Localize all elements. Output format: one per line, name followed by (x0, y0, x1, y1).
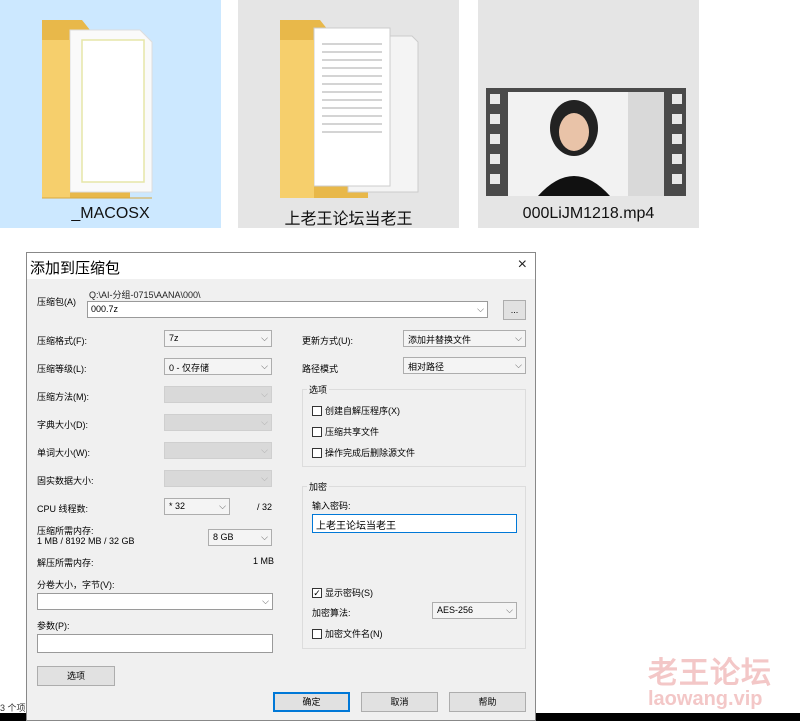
solid-size-label: 固实数据大小: (37, 476, 94, 486)
method-select: ⌵ (164, 386, 272, 403)
level-select[interactable]: 0 - 仅存储 ⌵ (164, 358, 272, 375)
mem-compress-detail: 1 MB / 8192 MB / 32 GB (37, 536, 135, 546)
mem-compress-value: 8 GB (213, 532, 234, 542)
file-name: 000LiJM1218.mp4 (522, 205, 655, 222)
options-button[interactable]: 选项 (37, 666, 115, 686)
format-label: 压缩格式(F): (37, 336, 87, 346)
file-name: 上老王论坛当老王 (284, 211, 413, 228)
word-size-select: ⌵ (164, 442, 272, 459)
chevron-down-icon[interactable]: ⌵ (262, 596, 269, 607)
encryption-method-value: AES-256 (437, 605, 474, 615)
split-size-label: 分卷大小，字节(V): (37, 580, 115, 590)
archive-path-text: Q:\AI-分组-0715\AANA\000\ (89, 290, 201, 300)
file-tile-folder[interactable]: 上老王论坛当老王 (238, 0, 459, 228)
checkbox-box[interactable] (312, 628, 322, 639)
encryption-method-select[interactable]: AES-256 ⌵ (432, 602, 517, 619)
level-label: 压缩等级(L): (37, 364, 87, 374)
update-mode-value: 添加并替换文件 (408, 335, 472, 345)
chevron-down-icon: ⌵ (515, 333, 522, 343)
help-button[interactable]: 帮助 (449, 692, 526, 712)
folder-icon (238, 0, 459, 200)
threads-max: / 32 (257, 502, 273, 512)
path-mode-value: 相对路径 (408, 362, 445, 372)
password-value: 上老王论坛当老王 (316, 521, 396, 532)
path-mode-label: 路径模式 (302, 364, 339, 374)
show-password-checkbox[interactable]: ✓ 显示密码(S) (312, 586, 373, 599)
sfx-checkbox[interactable]: 创建自解压程序(X) (312, 404, 400, 417)
mem-decompress-value: 1 MB (253, 556, 275, 566)
threads-select[interactable]: * 32 ⌵ (164, 498, 230, 515)
password-label: 输入密码: (312, 501, 351, 511)
file-tile-macosx[interactable]: _MACOSX (0, 0, 221, 228)
path-mode-select[interactable]: 相对路径 ⌵ (403, 357, 526, 374)
chevron-down-icon: ⌵ (261, 417, 268, 427)
split-size-combo[interactable]: ⌵ (37, 593, 273, 610)
dialog-title: 添加到压缩包 (30, 260, 121, 277)
mem-decompress-label: 解压所需内存: (37, 558, 94, 568)
format-value: 7z (169, 333, 179, 343)
archive-label: 压缩包(A) (37, 297, 76, 307)
shared-files-checkbox[interactable]: 压缩共享文件 (312, 425, 379, 438)
cancel-button[interactable]: 取消 (361, 692, 438, 712)
method-label: 压缩方法(M): (37, 392, 89, 402)
chevron-down-icon: ⌵ (261, 532, 268, 542)
chevron-down-icon: ⌵ (515, 360, 522, 370)
archive-name-combo[interactable]: 000.7z ⌵ (87, 301, 488, 318)
show-password-label: 显示密码(S) (325, 588, 373, 598)
word-size-label: 单词大小(W): (37, 448, 90, 458)
password-input[interactable]: 上老王论坛当老王 (312, 514, 517, 533)
encryption-group-title: 加密 (307, 480, 330, 493)
browse-button[interactable]: ... (503, 300, 526, 320)
threads-value: * 32 (169, 501, 186, 511)
ok-button[interactable]: 确定 (273, 692, 350, 712)
watermark-logo: 老王论坛 (648, 657, 772, 690)
params-input[interactable] (37, 634, 273, 653)
chevron-down-icon[interactable]: ⌵ (477, 304, 484, 315)
dict-size-label: 字典大小(D): (37, 420, 88, 430)
archive-name-value: 000.7z (91, 304, 119, 314)
options-group-title: 选项 (307, 383, 330, 396)
encrypt-names-checkbox[interactable]: 加密文件名(N) (312, 627, 383, 640)
chevron-down-icon: ⌵ (261, 445, 268, 455)
file-tile-video[interactable]: 000LiJM1218.mp4 (478, 0, 699, 228)
file-name: _MACOSX (71, 205, 150, 222)
chevron-down-icon: ⌵ (219, 501, 226, 511)
checkbox-box[interactable] (312, 447, 322, 458)
format-select[interactable]: 7z ⌵ (164, 330, 272, 347)
chevron-down-icon: ⌵ (261, 361, 268, 371)
checkbox-box[interactable] (312, 426, 322, 437)
update-mode-label: 更新方式(U): (302, 336, 353, 346)
dict-size-select: ⌵ (164, 414, 272, 431)
checkbox-checked-icon[interactable]: ✓ (312, 587, 322, 598)
sfx-label: 创建自解压程序(X) (325, 406, 400, 416)
encryption-method-label: 加密算法: (312, 608, 351, 618)
chevron-down-icon: ⌵ (261, 389, 268, 399)
dialog-titlebar[interactable]: 添加到压缩包 × (27, 253, 535, 279)
add-to-archive-dialog: 添加到压缩包 × 压缩包(A) Q:\AI-分组-0715\AANA\000\ … (26, 252, 536, 721)
encrypt-names-label: 加密文件名(N) (325, 629, 383, 639)
mem-compress-select[interactable]: 8 GB ⌵ (208, 529, 272, 546)
chevron-down-icon: ⌵ (506, 605, 513, 615)
chevron-down-icon: ⌵ (261, 333, 268, 343)
delete-after-label: 操作完成后删除源文件 (325, 448, 416, 458)
chevron-down-icon: ⌵ (261, 473, 268, 483)
params-label: 参数(P): (37, 621, 70, 631)
shared-files-label: 压缩共享文件 (325, 427, 380, 437)
threads-label: CPU 线程数: (37, 504, 89, 514)
delete-after-checkbox[interactable]: 操作完成后删除源文件 (312, 446, 415, 459)
level-value: 0 - 仅存储 (169, 363, 210, 373)
watermark-url: laowang.vip (648, 688, 763, 710)
update-mode-select[interactable]: 添加并替换文件 ⌵ (403, 330, 526, 347)
close-icon[interactable]: × (518, 256, 527, 274)
checkbox-box[interactable] (312, 405, 322, 416)
folder-icon (0, 0, 221, 200)
video-thumbnail-icon (478, 0, 699, 200)
solid-size-select: ⌵ (164, 470, 272, 487)
